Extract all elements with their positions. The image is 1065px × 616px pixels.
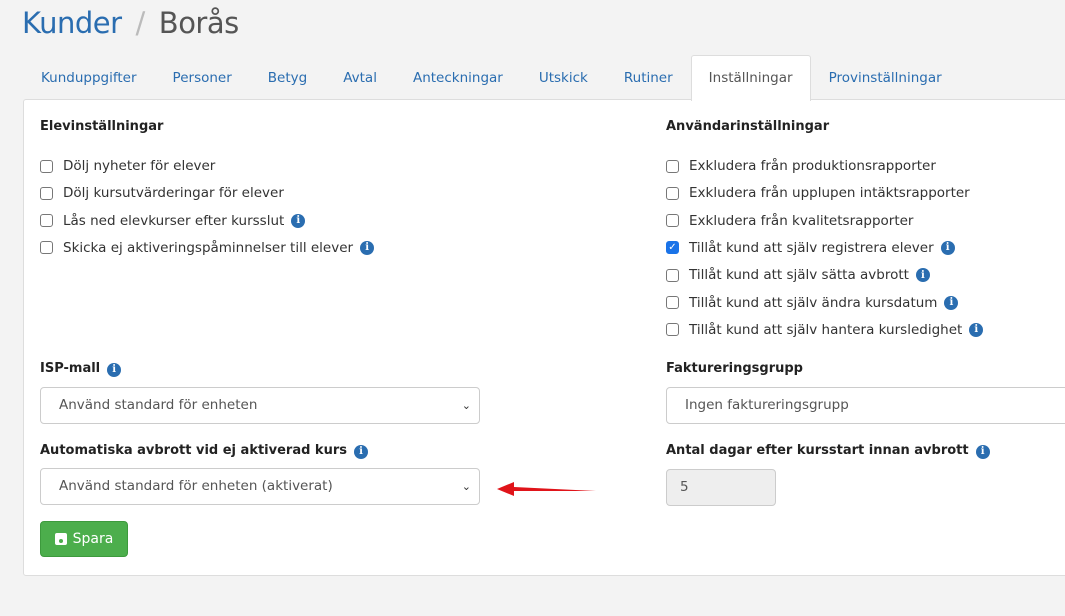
checkbox[interactable] <box>666 268 679 282</box>
checkbox-label: Lås ned elevkurser efter kursslut <box>63 212 285 229</box>
checkbox-label: Tillåt kund att själv hantera kursledigh… <box>689 321 963 338</box>
checkbox[interactable] <box>40 241 53 255</box>
tab-utskick[interactable]: Utskick <box>521 55 606 100</box>
chevron-down-icon: ⌄ <box>461 480 471 493</box>
tab-bar: Kunduppgifter Personer Betyg Avtal Antec… <box>23 55 960 101</box>
checkbox[interactable] <box>666 186 679 200</box>
checkbox-row[interactable]: Tillåt kund att själv ändra kursdatum i <box>666 294 959 311</box>
annotation-arrow <box>497 482 596 496</box>
breadcrumb-separator: / <box>135 6 146 40</box>
info-icon[interactable]: i <box>969 322 984 337</box>
breadcrumb: Kunder / Borås <box>22 6 239 40</box>
days-label: Antal dagar efter kursstart innan avbrot… <box>666 443 990 459</box>
user-settings-heading: Användarinställningar <box>666 119 830 134</box>
checkbox-label: Exkludera från produktionsrapporter <box>689 158 936 174</box>
checkbox-row[interactable]: Skicka ej aktiveringspåminnelser till el… <box>40 239 375 256</box>
tab-provinstallningar[interactable]: Provinställningar <box>811 55 960 100</box>
checkbox-label: Tillåt kund att själv ändra kursdatum <box>689 294 938 311</box>
checkbox-label: Dölj nyheter för elever <box>63 158 216 174</box>
checkbox[interactable] <box>40 214 53 228</box>
checkbox-label: Dölj kursutvärderingar för elever <box>63 185 284 202</box>
tab-betyg[interactable]: Betyg <box>250 55 325 100</box>
info-icon[interactable]: i <box>975 444 990 459</box>
checkbox-label: Exkludera från kvalitetsrapporter <box>689 212 914 229</box>
checkbox[interactable] <box>40 159 53 173</box>
chevron-down-icon: ⌄ <box>461 399 471 412</box>
info-icon[interactable]: i <box>291 213 306 228</box>
info-icon[interactable]: i <box>944 295 959 310</box>
checkbox-row[interactable]: ✓ Tillåt kund att själv registrera elever… <box>666 240 955 256</box>
auto-abort-label: Automatiska avbrott vid ej aktiverad kur… <box>40 443 368 459</box>
checkbox-row[interactable]: Dölj kursutvärderingar för elever <box>40 185 284 201</box>
checkbox[interactable] <box>666 296 679 309</box>
tab-personer[interactable]: Personer <box>155 55 250 100</box>
checkbox-label: Exkludera från upplupen intäktsrapporter <box>689 185 970 202</box>
info-icon[interactable]: i <box>940 240 955 255</box>
info-icon[interactable]: i <box>915 268 930 283</box>
checkbox-row[interactable]: Exkludera från produktionsrapporter <box>666 158 936 174</box>
tab-avtal[interactable]: Avtal <box>325 55 395 100</box>
checkbox-row[interactable]: Tillåt kund att själv sätta avbrott i <box>666 267 930 283</box>
isp-label: ISP-mall i <box>40 361 122 377</box>
tab-installningar[interactable]: Inställningar <box>690 55 811 101</box>
save-button[interactable]: Spara <box>40 521 128 557</box>
checkbox-row[interactable]: Exkludera från upplupen intäktsrapporter <box>666 185 970 201</box>
student-settings-heading: Elevinställningar <box>40 119 164 134</box>
info-icon[interactable]: i <box>107 362 122 377</box>
billing-select[interactable]: Ingen faktureringsgrupp <box>666 387 1065 424</box>
isp-select[interactable]: Använd standard för enheten ⌄ <box>40 387 480 424</box>
floppy-disk-icon <box>54 533 67 545</box>
checkbox[interactable] <box>666 159 679 173</box>
checkbox-label: Tillåt kund att själv registrera elever <box>689 239 934 256</box>
breadcrumb-parent[interactable]: Kunder <box>22 6 122 40</box>
info-icon[interactable]: i <box>360 240 375 255</box>
checkbox-row[interactable]: Tillåt kund att själv hantera kursledigh… <box>666 321 984 338</box>
tab-kunduppgifter[interactable]: Kunduppgifter <box>23 55 155 100</box>
checkbox-row[interactable]: Dölj nyheter för elever <box>40 158 215 174</box>
checkbox-row[interactable]: Lås ned elevkurser efter kursslut i <box>40 212 306 229</box>
info-icon[interactable]: i <box>354 444 368 459</box>
page-title: Borås <box>158 6 239 40</box>
days-input[interactable]: 5 <box>666 469 776 506</box>
checkbox[interactable] <box>666 214 679 228</box>
tab-rutiner[interactable]: Rutiner <box>606 55 691 100</box>
auto-abort-select[interactable]: Använd standard för enheten (aktiverat) ⌄ <box>40 468 480 505</box>
checkbox-label: Skicka ej aktiveringspåminnelser till el… <box>63 239 354 256</box>
tab-anteckningar[interactable]: Anteckningar <box>395 55 521 100</box>
checkbox-label: Tillåt kund att själv sätta avbrott <box>689 267 909 284</box>
checkbox[interactable] <box>40 186 53 200</box>
checkbox[interactable]: ✓ <box>666 241 679 255</box>
checkbox-row[interactable]: Exkludera från kvalitetsrapporter <box>666 213 913 229</box>
billing-label: Faktureringsgrupp <box>666 361 803 376</box>
checkbox[interactable] <box>666 323 679 337</box>
